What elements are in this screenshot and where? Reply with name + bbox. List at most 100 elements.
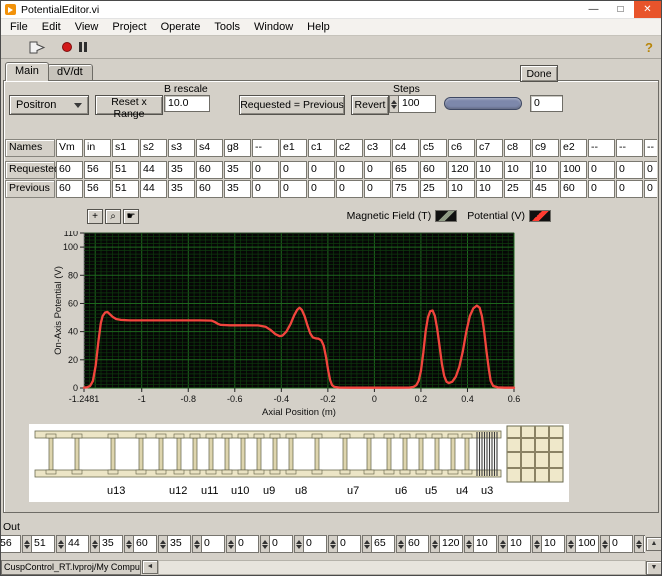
potential-plot[interactable]: -1.2481-1-0.8-0.6-0.4-0.200.20.40.602040… [51, 231, 556, 421]
b-rescale-input[interactable]: 10.0 [164, 95, 210, 112]
out-value[interactable]: 51 [31, 535, 55, 553]
spinner-buttons[interactable] [226, 535, 235, 553]
requested-cell[interactable]: 60 [56, 161, 83, 179]
requested-equals-previous-button[interactable]: Requested = Previous [239, 95, 345, 115]
done-button[interactable]: Done [520, 65, 558, 82]
out-cell[interactable]: 0 [294, 535, 327, 553]
requested-cell[interactable]: 120 [448, 161, 475, 179]
requested-cell[interactable]: 60 [420, 161, 447, 179]
spinner-buttons[interactable] [22, 535, 31, 553]
requested-cell[interactable]: 51 [112, 161, 139, 179]
pause-button[interactable] [79, 42, 87, 52]
abort-button[interactable] [62, 42, 72, 52]
out-cell[interactable]: 10 [498, 535, 531, 553]
spinner-buttons[interactable] [600, 535, 609, 553]
out-value[interactable]: 0 [235, 535, 259, 553]
reset-x-range-button[interactable]: Reset x Range [95, 95, 163, 115]
out-value[interactable]: 0 [643, 535, 645, 553]
tab-main[interactable]: Main [5, 62, 49, 81]
pan-tool-icon[interactable]: ☛ [123, 209, 139, 224]
revert-button[interactable]: Revert [351, 95, 389, 115]
out-cell[interactable]: 60 [396, 535, 429, 553]
spinner-buttons[interactable] [260, 535, 269, 553]
steps-slider[interactable] [444, 97, 522, 110]
out-value[interactable]: 0 [269, 535, 293, 553]
scroll-up-button[interactable]: ▲ [646, 537, 662, 551]
menu-item-project[interactable]: Project [105, 19, 153, 35]
out-value[interactable]: 100 [575, 535, 599, 553]
out-cell[interactable]: 10 [532, 535, 565, 553]
menu-item-window[interactable]: Window [247, 19, 300, 35]
requested-cell[interactable]: 0 [252, 161, 279, 179]
spinner-buttons[interactable] [158, 535, 167, 553]
out-value[interactable]: 60 [405, 535, 429, 553]
out-value[interactable]: 0 [337, 535, 361, 553]
out-cell[interactable]: 44 [56, 535, 89, 553]
out-cell[interactable]: 100 [566, 535, 599, 553]
requested-cell[interactable]: 10 [476, 161, 503, 179]
menu-item-edit[interactable]: Edit [35, 19, 68, 35]
out-value[interactable]: 0 [609, 535, 633, 553]
spinner-buttons[interactable] [430, 535, 439, 553]
spinner-buttons[interactable] [328, 535, 337, 553]
requested-cell[interactable]: 0 [364, 161, 391, 179]
requested-cell[interactable]: 0 [644, 161, 657, 179]
spinner-buttons[interactable] [294, 535, 303, 553]
requested-cell[interactable]: 10 [504, 161, 531, 179]
spinner-buttons[interactable] [566, 535, 575, 553]
steps-value[interactable]: 100 [398, 95, 436, 113]
out-cell[interactable]: 10 [464, 535, 497, 553]
spinner-buttons[interactable] [192, 535, 201, 553]
menu-item-tools[interactable]: Tools [207, 19, 247, 35]
out-value[interactable]: 10 [507, 535, 531, 553]
out-value[interactable]: 0 [201, 535, 225, 553]
menu-item-file[interactable]: File [3, 19, 35, 35]
scroll-down-button[interactable]: ▼ [646, 561, 662, 575]
steps-spinner[interactable] [389, 95, 398, 113]
close-button[interactable]: ✕ [634, 1, 661, 18]
out-value[interactable]: 10 [473, 535, 497, 553]
menu-item-operate[interactable]: Operate [154, 19, 208, 35]
out-value[interactable]: 10 [541, 535, 565, 553]
out-cell[interactable]: 0 [226, 535, 259, 553]
maximize-button[interactable]: □ [607, 1, 634, 18]
out-cell[interactable]: 0 [634, 535, 645, 553]
requested-cell[interactable]: 0 [588, 161, 615, 179]
out-cell[interactable]: 56 [1, 535, 21, 553]
out-value[interactable]: 65 [371, 535, 395, 553]
spinner-buttons[interactable] [634, 535, 643, 553]
requested-cell[interactable]: 0 [308, 161, 335, 179]
spinner-buttons[interactable] [396, 535, 405, 553]
out-value[interactable]: 60 [133, 535, 157, 553]
out-cell[interactable]: 35 [90, 535, 123, 553]
requested-cell[interactable]: 0 [336, 161, 363, 179]
requested-cell[interactable]: 44 [140, 161, 167, 179]
requested-cell[interactable]: 0 [616, 161, 643, 179]
requested-cell[interactable]: 0 [280, 161, 307, 179]
spinner-buttons[interactable] [56, 535, 65, 553]
spinner-buttons[interactable] [498, 535, 507, 553]
requested-cell[interactable]: 35 [168, 161, 195, 179]
scroll-left-button[interactable]: ◄ [142, 560, 158, 574]
requested-cell[interactable]: 65 [392, 161, 419, 179]
requested-cell[interactable]: 100 [560, 161, 587, 179]
slider-value-input[interactable]: 0 [530, 95, 563, 112]
out-cell[interactable]: 65 [362, 535, 395, 553]
steps-control[interactable]: 100 [389, 95, 436, 113]
spinner-buttons[interactable] [90, 535, 99, 553]
spinner-buttons[interactable] [124, 535, 133, 553]
species-selector[interactable]: Positron [9, 95, 89, 115]
run-button[interactable] [29, 41, 46, 54]
out-value[interactable]: 120 [439, 535, 463, 553]
out-cell[interactable]: 0 [328, 535, 361, 553]
out-cell[interactable]: 51 [22, 535, 55, 553]
out-cell[interactable]: 60 [124, 535, 157, 553]
requested-cell[interactable]: 56 [84, 161, 111, 179]
cursor-tool-icon[interactable]: + [87, 209, 103, 224]
out-value[interactable]: 56 [1, 535, 21, 553]
requested-cell[interactable]: 60 [196, 161, 223, 179]
requested-cell[interactable]: 10 [532, 161, 559, 179]
tab-dvdt[interactable]: dV/dt [47, 64, 93, 80]
help-icon[interactable]: ? [645, 40, 653, 55]
spinner-buttons[interactable] [464, 535, 473, 553]
